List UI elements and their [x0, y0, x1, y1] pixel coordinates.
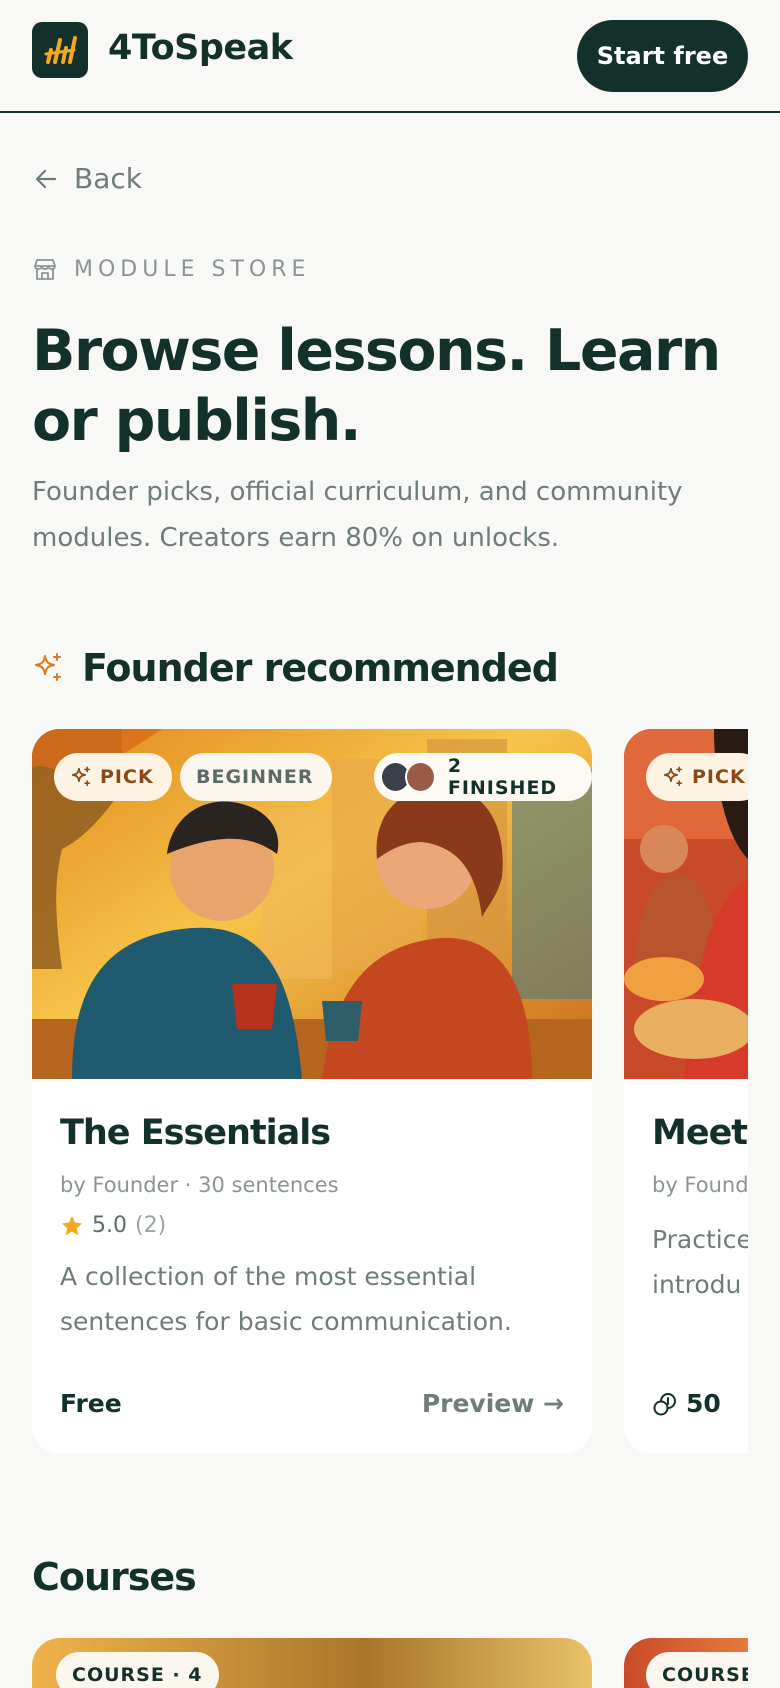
sparkle-icon: [663, 766, 683, 787]
rating-count: (2): [135, 1213, 167, 1238]
back-link[interactable]: Back: [34, 162, 142, 195]
coins-icon: [653, 1392, 676, 1415]
avatar: [404, 761, 436, 793]
founder-section-heading: Founder recommended: [32, 646, 559, 690]
course-badge: COURSE: [646, 1652, 748, 1688]
brand-name[interactable]: 4ToSpeak: [108, 28, 293, 68]
card-footer: 50: [652, 1389, 748, 1418]
card-rating: 5.0 (2): [60, 1213, 564, 1238]
card-price: Free: [60, 1389, 122, 1418]
card-price: 50: [686, 1389, 721, 1418]
pick-badge: PICK: [646, 753, 748, 801]
top-bar: 4ToSpeak Start free: [0, 0, 780, 113]
card-description-line: introdu: [652, 1270, 742, 1299]
eyebrow-label: MODULE STORE: [74, 256, 311, 282]
card-title: The Essentials: [60, 1113, 331, 1153]
card-footer: Free Preview →: [60, 1389, 564, 1418]
sparkle-icon: [71, 766, 91, 787]
rating-value: 5.0: [92, 1213, 127, 1238]
level-badge: BEGINNER: [180, 753, 332, 801]
courses-section-title: Courses: [32, 1555, 197, 1599]
module-card[interactable]: PICK Meeti by Found Practice introdu 50: [624, 729, 748, 1454]
card-meta: by Found: [652, 1173, 748, 1197]
store-icon: [34, 259, 56, 280]
sparkle-icon: [34, 653, 61, 681]
start-free-button[interactable]: Start free: [577, 20, 748, 92]
preview-link[interactable]: Preview →: [422, 1389, 564, 1418]
finished-label: 2 FINISHED: [447, 755, 558, 799]
star-icon: [62, 1215, 82, 1235]
pick-label: PICK: [692, 766, 746, 788]
pick-badge: PICK: [54, 753, 172, 801]
card-meta: by Founder · 30 sentences: [60, 1173, 339, 1197]
founder-section-title: Founder recommended: [82, 646, 559, 690]
page-title: Browse lessons. Learn or publish.: [32, 318, 721, 454]
card-body: The Essentials by Founder · 30 sentences…: [60, 1113, 564, 1344]
pick-label: PICK: [100, 766, 154, 788]
section-eyebrow: MODULE STORE: [32, 256, 310, 282]
card-title: Meeti: [652, 1113, 748, 1153]
card-description: A collection of the most essential sente…: [60, 1262, 512, 1336]
bars-logo-icon[interactable]: [32, 22, 88, 78]
card-description: Practice introdu: [652, 1217, 748, 1307]
card-body: Meeti by Found Practice introdu: [652, 1113, 748, 1307]
arrow-left-icon: [35, 169, 57, 188]
page-subtitle: Founder picks, official curriculum, and …: [32, 477, 683, 553]
course-card[interactable]: COURSE · 4: [32, 1638, 592, 1688]
card-description-line: Practice: [652, 1225, 748, 1254]
back-label: Back: [74, 162, 142, 195]
course-badge: COURSE · 4: [56, 1652, 219, 1688]
module-card[interactable]: PICK BEGINNER 2 FINISHED The Essentials …: [32, 729, 592, 1454]
course-card[interactable]: COURSE: [624, 1638, 748, 1688]
finished-badge: 2 FINISHED: [374, 753, 592, 801]
